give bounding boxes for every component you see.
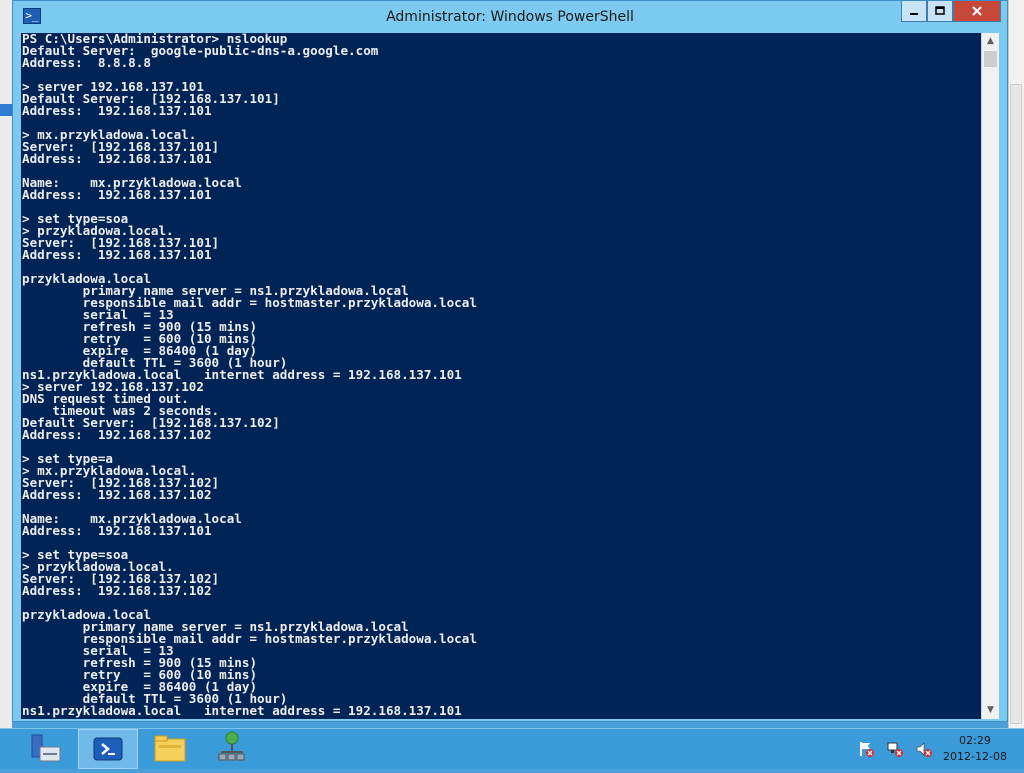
powershell-window[interactable]: >_ Administrator: Windows PowerShell PS … — [12, 0, 1008, 722]
maximize-button[interactable] — [927, 1, 953, 22]
powershell-icon — [93, 737, 123, 761]
taskbar-network-button[interactable] — [202, 729, 262, 769]
console-text: PS C:\Users\Administrator> nslookup Defa… — [21, 33, 981, 717]
console-line: Address: 8.8.8.8 — [22, 55, 151, 70]
window-title: Administrator: Windows PowerShell — [386, 9, 634, 25]
taskbar-powershell-button[interactable] — [78, 729, 138, 769]
console-line: Address: 192.168.137.102 — [22, 427, 212, 442]
background-window-accent — [0, 104, 12, 116]
console-line: Address: 192.168.137.101 — [22, 523, 212, 538]
network-status-icon[interactable] — [887, 741, 904, 757]
taskbar: 02:29 2012-12-08 — [0, 728, 1024, 769]
file-explorer-icon — [154, 735, 186, 762]
maximize-icon — [935, 6, 945, 15]
close-icon — [972, 6, 982, 16]
taskbar-server-manager-button[interactable] — [16, 729, 76, 769]
console-line: Address: 192.168.137.101 — [22, 187, 212, 202]
vertical-scrollbar[interactable]: ▲ ▼ — [981, 33, 999, 719]
console-line: Address: 192.168.137.101 — [22, 247, 212, 262]
console-line: Address: 192.168.137.102 — [22, 583, 212, 598]
minimize-icon — [910, 13, 918, 15]
scrollbar-thumb[interactable] — [984, 51, 997, 67]
action-center-flag-icon[interactable] — [858, 741, 874, 757]
minimize-button[interactable] — [901, 1, 927, 22]
taskbar-clock[interactable]: 02:29 2012-12-08 — [935, 733, 1015, 765]
console-output[interactable]: PS C:\Users\Administrator> nslookup Defa… — [21, 33, 981, 719]
console-line: Address: 192.168.137.101 — [22, 103, 212, 118]
title-bar[interactable]: >_ Administrator: Windows PowerShell — [13, 1, 1007, 33]
background-scrollbar — [1010, 84, 1022, 724]
console-line: Address: 192.168.137.102 — [22, 487, 212, 502]
clock-time: 02:29 — [959, 734, 991, 747]
close-button[interactable] — [953, 1, 1001, 22]
server-manager-icon — [31, 734, 61, 762]
clock-date: 2012-12-08 — [943, 750, 1007, 763]
scroll-down-arrow-icon[interactable]: ▼ — [982, 702, 999, 719]
console-line: Address: 192.168.137.101 — [22, 151, 212, 166]
console-line: ns1.przykladowa.local internet address =… — [22, 703, 462, 718]
network-icon — [218, 731, 245, 761]
system-tray — [858, 741, 940, 761]
scroll-up-arrow-icon[interactable]: ▲ — [982, 33, 999, 50]
volume-muted-icon[interactable] — [916, 741, 933, 757]
taskbar-file-explorer-button[interactable] — [140, 729, 200, 769]
